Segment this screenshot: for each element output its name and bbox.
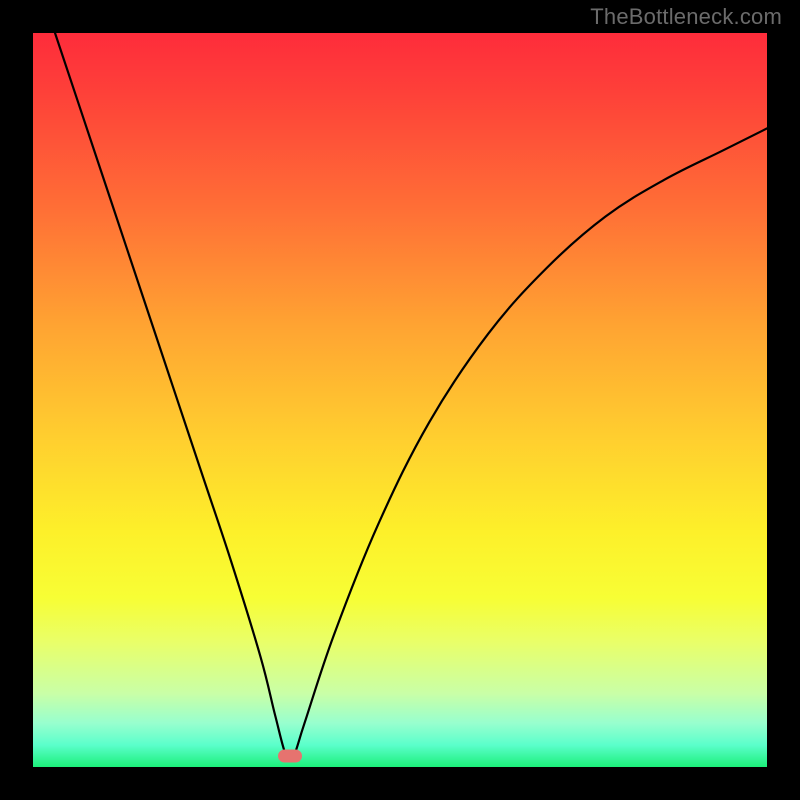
minimum-marker	[278, 749, 302, 762]
watermark-text: TheBottleneck.com	[590, 4, 782, 30]
plot-background-gradient	[33, 33, 767, 767]
chart-frame: TheBottleneck.com	[0, 0, 800, 800]
